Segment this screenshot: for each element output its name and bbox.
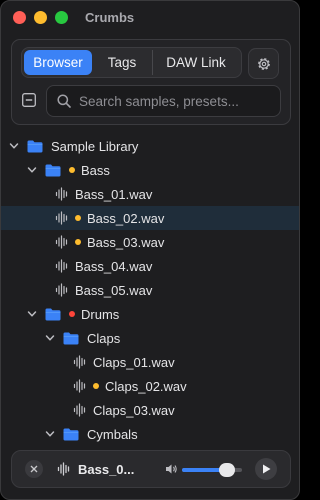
volume-icon [166,464,177,474]
waveform-icon [73,379,86,393]
tree-file-row[interactable]: Claps_03.wav [1,398,299,422]
chevron-down-icon[interactable] [45,429,55,439]
waveform-icon [55,259,68,273]
tree-item-label: Sample Library [51,138,139,154]
waveform-icon [73,403,86,417]
gear-icon [257,57,270,70]
search-box[interactable] [46,85,281,117]
chevron-down-icon[interactable] [27,165,37,175]
yellow-tag-dot [75,239,81,245]
window-title: Crumbs [85,10,135,25]
volume-slider[interactable] [182,463,242,477]
chevron-down-icon[interactable] [45,333,55,343]
folder-icon [27,140,43,152]
minimize-window-button[interactable] [34,11,47,24]
tree-item-label: Bass_01.wav [75,186,153,202]
now-playing-name: Bass_0... [78,462,135,477]
tab-tags[interactable]: Tags [92,50,152,75]
search-icon [57,94,71,108]
close-window-button[interactable] [13,11,26,24]
collapse-all-button[interactable] [22,93,36,107]
tree-item-label: Bass_05.wav [75,282,153,298]
tree-file-row[interactable]: Claps_01.wav [1,350,299,374]
tree-file-row[interactable]: Claps_02.wav [1,374,299,398]
waveform-icon [57,462,70,476]
title-bar: Crumbs [1,1,299,35]
sample-tree: Sample Library Bass Bass_01.wav Bass_02.wav… [1,134,299,446]
tree-file-row[interactable]: Bass_03.wav [1,230,299,254]
yellow-tag-dot [75,215,81,221]
mini-player: Bass_0... [11,450,291,488]
tree-folder-row[interactable]: Sample Library [1,134,299,158]
search-input[interactable] [79,93,269,109]
tree-file-row[interactable]: Bass_02.wav [1,206,299,230]
tree-item-label: Bass_04.wav [75,258,153,274]
play-button[interactable] [255,458,277,480]
tab-daw-link[interactable]: DAW Link [152,50,239,75]
tree-file-row[interactable]: Bass_05.wav [1,278,299,302]
tree-folder-row[interactable]: Cymbals [1,422,299,446]
app-window: Crumbs Browser Tags DAW Link Sample Libr… [0,0,300,500]
tree-item-label: Claps_02.wav [105,378,187,394]
tree-item-label: Bass_02.wav [87,210,165,226]
close-icon [30,465,38,473]
chevron-down-icon[interactable] [27,309,37,319]
tree-item-label: Drums [81,306,120,322]
red-tag-dot [69,311,75,317]
waveform-icon [55,283,68,297]
waveform-icon [55,211,68,225]
tab-browser[interactable]: Browser [24,50,92,75]
waveform-icon [55,235,68,249]
yellow-tag-dot [93,383,99,389]
tree-item-label: Claps_01.wav [93,354,175,370]
tree-folder-row[interactable]: Drums [1,302,299,326]
chevron-down-icon[interactable] [9,141,19,151]
folder-icon [63,428,79,440]
tree-item-label: Bass [81,162,110,178]
tree-item-label: Claps_03.wav [93,402,175,418]
tree-folder-row[interactable]: Bass [1,158,299,182]
settings-button[interactable] [248,48,279,79]
tree-item-label: Bass_03.wav [87,234,165,250]
tree-item-label: Claps [87,330,121,346]
play-icon [262,464,270,474]
folder-icon [45,308,61,320]
tree-item-label: Cymbals [87,426,138,442]
folder-icon [63,332,79,344]
tree-file-row[interactable]: Bass_01.wav [1,182,299,206]
yellow-tag-dot [69,167,75,173]
collapse-all-icon [22,93,36,107]
waveform-icon [73,355,86,369]
tree-file-row[interactable]: Bass_04.wav [1,254,299,278]
player-close-button[interactable] [25,460,43,478]
view-switcher: Browser Tags DAW Link [21,47,242,78]
waveform-icon [55,187,68,201]
tree-folder-row[interactable]: Claps [1,326,299,350]
zoom-window-button[interactable] [55,11,68,24]
folder-icon [45,164,61,176]
volume-slider-knob[interactable] [219,463,235,477]
